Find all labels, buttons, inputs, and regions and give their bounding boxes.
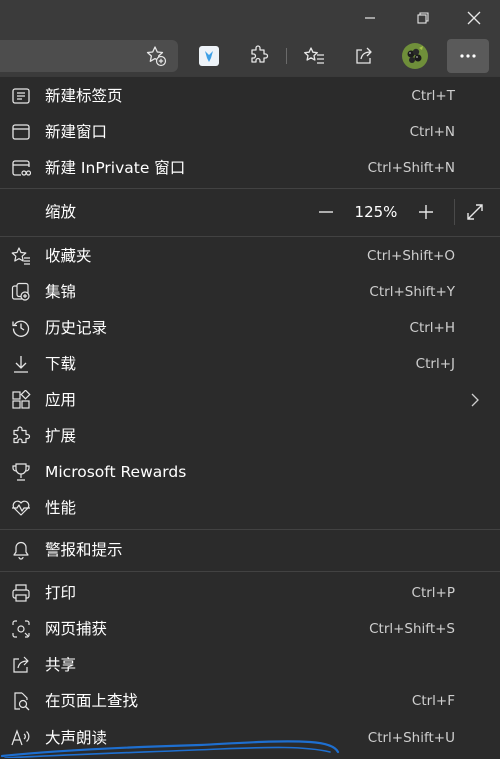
menu-item-favorites[interactable]: 收藏夹 Ctrl+Shift+O xyxy=(0,238,500,274)
close-icon xyxy=(467,11,481,25)
minimize-icon xyxy=(365,17,375,19)
history-shortcut: Ctrl+H xyxy=(409,320,455,336)
plus-icon xyxy=(419,205,433,219)
rewards-label: Microsoft Rewards xyxy=(45,463,187,481)
menu-divider xyxy=(0,236,500,237)
new-inprivate-shortcut: Ctrl+Shift+N xyxy=(367,160,455,176)
menu-item-find[interactable]: 在页面上查找 Ctrl+F xyxy=(0,683,500,719)
inprivate-window-icon xyxy=(12,160,31,176)
menu-item-extensions[interactable]: 扩展 xyxy=(0,418,500,454)
favorites-shortcut: Ctrl+Shift+O xyxy=(367,248,455,264)
downloads-shortcut: Ctrl+J xyxy=(415,356,455,372)
restore-icon xyxy=(417,12,429,24)
favorites-label: 收藏夹 xyxy=(45,247,92,265)
menu-item-new-tab[interactable]: 新建标签页 Ctrl+T xyxy=(0,78,500,114)
download-icon xyxy=(14,356,28,373)
new-window-icon xyxy=(12,124,30,140)
menu-item-downloads[interactable]: 下载 Ctrl+J xyxy=(0,346,500,382)
new-tab-icon xyxy=(12,88,30,104)
extension-app-button[interactable] xyxy=(193,40,225,72)
zoom-in-button[interactable] xyxy=(412,198,440,226)
share-icon xyxy=(356,47,372,64)
puzzle-icon xyxy=(13,426,31,444)
share-label: 共享 xyxy=(45,656,77,674)
menu-item-print[interactable]: 打印 Ctrl+P xyxy=(0,575,500,611)
new-inprivate-label: 新建 InPrivate 窗口 xyxy=(45,159,186,177)
rewards-trophy-icon xyxy=(12,463,30,481)
menu-item-alerts[interactable]: 警报和提示 xyxy=(0,532,500,568)
star-add-icon xyxy=(146,46,167,67)
extensions-button[interactable] xyxy=(243,40,275,72)
add-favorite-button[interactable] xyxy=(140,40,172,72)
web-capture-shortcut: Ctrl+Shift+S xyxy=(369,621,455,637)
menu-divider xyxy=(0,529,500,530)
menu-item-apps[interactable]: 应用 xyxy=(0,382,500,418)
extensions-label: 扩展 xyxy=(45,427,77,445)
zoom-value: 125% xyxy=(354,203,398,221)
favorites-button[interactable] xyxy=(298,40,330,72)
settings-more-button[interactable] xyxy=(447,39,489,73)
restore-button[interactable] xyxy=(396,0,450,36)
favorites-star-icon xyxy=(304,47,324,64)
apps-icon xyxy=(12,390,31,409)
web-capture-label: 网页捕获 xyxy=(45,620,108,638)
menu-item-share[interactable]: 共享 xyxy=(0,647,500,683)
bell-icon xyxy=(13,541,29,560)
puzzle-icon xyxy=(251,45,269,63)
address-bar[interactable] xyxy=(0,40,178,72)
new-tab-label: 新建标签页 xyxy=(45,87,123,105)
toolbar-divider xyxy=(286,48,287,64)
find-shortcut: Ctrl+F xyxy=(411,693,455,709)
downloads-label: 下载 xyxy=(45,355,77,373)
menu-item-new-window[interactable]: 新建窗口 Ctrl+N xyxy=(0,114,500,150)
alerts-label: 警报和提示 xyxy=(45,541,123,559)
menu-item-zoom: 缩放 125% xyxy=(0,189,500,235)
close-window-button[interactable] xyxy=(447,0,500,36)
zoom-divider xyxy=(454,199,455,225)
new-tab-shortcut: Ctrl+T xyxy=(411,88,455,104)
annotation-scribble xyxy=(0,740,340,758)
apps-label: 应用 xyxy=(45,391,77,409)
settings-menu: 新建标签页 Ctrl+T 新建窗口 Ctrl+N 新建 InPrivate 窗口… xyxy=(0,76,500,759)
zoom-out-button[interactable] xyxy=(312,198,340,226)
print-label: 打印 xyxy=(45,584,77,602)
chevron-right-icon xyxy=(471,393,479,407)
menu-item-rewards[interactable]: Microsoft Rewards xyxy=(0,454,500,490)
favorites-star-icon xyxy=(11,247,30,265)
history-icon xyxy=(12,320,30,337)
web-capture-icon xyxy=(12,620,30,638)
menu-item-collections[interactable]: 集锦 Ctrl+Shift+Y xyxy=(0,274,500,310)
collections-icon xyxy=(11,282,30,301)
menu-item-web-capture[interactable]: 网页捕获 Ctrl+Shift+S xyxy=(0,611,500,647)
fullscreen-icon xyxy=(467,204,483,220)
avatar xyxy=(402,43,428,69)
performance-heart-icon xyxy=(12,500,30,516)
find-label: 在页面上查找 xyxy=(45,692,139,710)
collections-label: 集锦 xyxy=(45,283,77,301)
fullscreen-button[interactable] xyxy=(461,198,489,226)
new-window-shortcut: Ctrl+N xyxy=(409,124,455,140)
minimize-button[interactable] xyxy=(343,0,397,36)
title-bar xyxy=(0,0,500,36)
collections-shortcut: Ctrl+Shift+Y xyxy=(369,284,455,300)
app-extension-icon xyxy=(199,46,219,66)
menu-item-performance[interactable]: 性能 xyxy=(0,490,500,526)
menu-item-history[interactable]: 历史记录 Ctrl+H xyxy=(0,310,500,346)
history-label: 历史记录 xyxy=(45,319,108,337)
menu-item-new-inprivate[interactable]: 新建 InPrivate 窗口 Ctrl+Shift+N xyxy=(0,150,500,186)
share-icon xyxy=(13,656,29,673)
zoom-label: 缩放 xyxy=(45,203,77,221)
print-shortcut: Ctrl+P xyxy=(411,585,455,601)
new-window-label: 新建窗口 xyxy=(45,123,108,141)
share-button[interactable] xyxy=(348,40,380,72)
printer-icon xyxy=(12,584,30,602)
more-dots-icon xyxy=(460,54,476,58)
performance-label: 性能 xyxy=(45,499,77,517)
find-in-page-icon xyxy=(14,692,30,711)
browser-toolbar xyxy=(0,36,500,76)
minus-icon xyxy=(319,211,333,213)
menu-divider xyxy=(0,571,500,572)
profile-button[interactable] xyxy=(399,40,431,72)
